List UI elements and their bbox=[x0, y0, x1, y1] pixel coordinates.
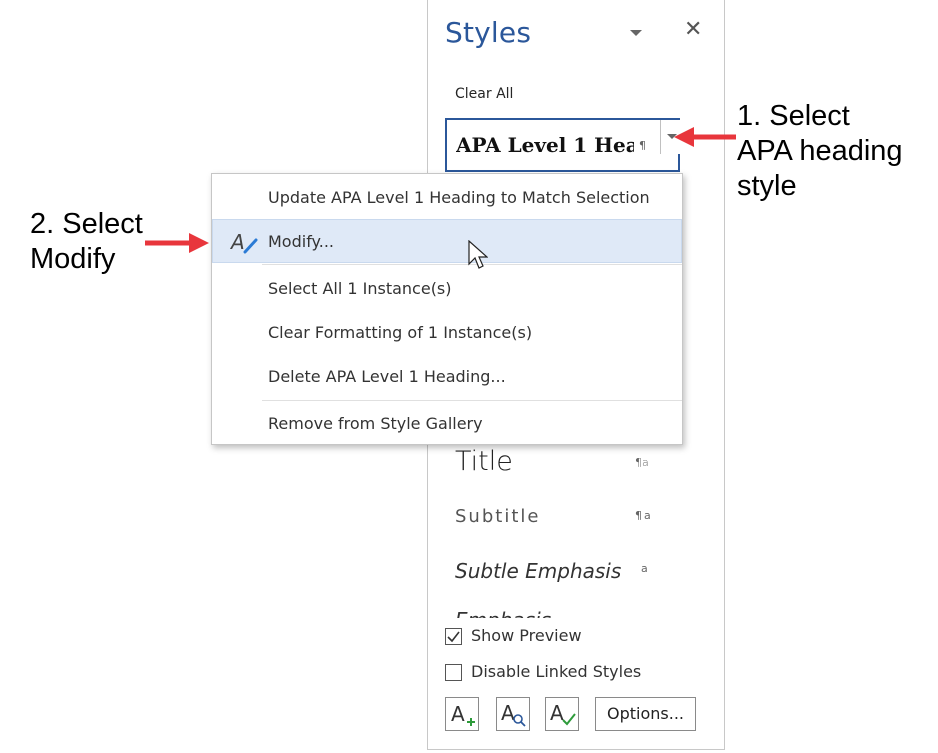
style-item-label: Subtle Emphasis bbox=[455, 559, 622, 583]
menu-item-clear-formatting[interactable]: Clear Formatting of 1 Instance(s) bbox=[212, 311, 682, 355]
disable-linked-styles-label: Disable Linked Styles bbox=[471, 662, 642, 681]
manage-styles-button[interactable]: A bbox=[545, 697, 579, 731]
annotation-line: APA heading bbox=[737, 135, 903, 167]
menu-item-label: Delete APA Level 1 Heading... bbox=[268, 367, 506, 386]
selected-style-item[interactable]: APA Level 1 Hea ¶ bbox=[445, 118, 680, 172]
pane-title: Styles bbox=[445, 16, 532, 49]
style-context-menu: Update APA Level 1 Heading to Match Sele… bbox=[211, 173, 683, 445]
clear-all-item[interactable]: Clear All bbox=[455, 86, 513, 102]
svg-text:A: A bbox=[451, 702, 465, 726]
svg-text:A: A bbox=[501, 701, 515, 725]
style-inspector-icon: A bbox=[501, 701, 526, 727]
checkbox-unchecked-icon bbox=[445, 664, 462, 681]
menu-item-label: Update APA Level 1 Heading to Match Sele… bbox=[268, 188, 650, 207]
menu-item-remove-from-gallery[interactable]: Remove from Style Gallery bbox=[212, 402, 682, 446]
new-style-button[interactable]: A bbox=[445, 697, 479, 731]
annotation-step-1: 1. Select APA heading style bbox=[737, 99, 903, 204]
menu-item-label: Modify... bbox=[268, 232, 334, 251]
annotation-line: style bbox=[737, 170, 797, 202]
linked-style-mark-icon: ¶a bbox=[635, 509, 653, 522]
style-inspector-button[interactable]: A bbox=[496, 697, 530, 731]
style-item-label: Emphasis bbox=[455, 608, 575, 618]
style-item-partial[interactable]: Emphasis bbox=[455, 606, 575, 618]
new-style-icon: A bbox=[451, 702, 475, 726]
paragraph-mark-icon: ¶ bbox=[639, 139, 646, 152]
character-style-mark-icon: a bbox=[641, 562, 648, 575]
checkbox-checked-icon bbox=[445, 628, 462, 645]
disable-linked-styles-checkbox[interactable]: Disable Linked Styles bbox=[445, 662, 641, 681]
svg-text:A: A bbox=[229, 230, 245, 254]
style-item-label: Subtitle bbox=[455, 506, 541, 527]
arrow-step-1-icon bbox=[674, 127, 736, 147]
menu-item-label: Select All 1 Instance(s) bbox=[268, 279, 452, 298]
menu-item-label: Clear Formatting of 1 Instance(s) bbox=[268, 323, 533, 342]
style-item-title[interactable]: Title ¶a bbox=[455, 446, 649, 477]
menu-item-modify[interactable]: A Modify... bbox=[212, 219, 682, 263]
svg-text:A: A bbox=[550, 701, 564, 725]
close-icon[interactable]: ✕ bbox=[684, 18, 702, 42]
linked-style-mark-icon: ¶a bbox=[635, 456, 649, 469]
annotation-step-2: 2. Select Modify bbox=[30, 207, 143, 277]
show-preview-checkbox[interactable]: Show Preview bbox=[445, 626, 582, 645]
menu-item-select-all-instances[interactable]: Select All 1 Instance(s) bbox=[212, 267, 682, 311]
style-item-subtitle[interactable]: Subtitle ¶a bbox=[455, 506, 651, 527]
selected-style-label: APA Level 1 Hea bbox=[456, 133, 634, 157]
menu-item-delete-style[interactable]: Delete APA Level 1 Heading... bbox=[212, 355, 682, 399]
annotation-line: 2. Select bbox=[30, 208, 143, 240]
show-preview-label: Show Preview bbox=[471, 626, 582, 645]
annotation-line: Modify bbox=[30, 243, 116, 275]
pane-options-chevron-icon[interactable] bbox=[626, 22, 646, 42]
menu-item-label: Remove from Style Gallery bbox=[268, 414, 483, 433]
manage-styles-icon: A bbox=[550, 701, 576, 726]
style-item-subtle-emphasis[interactable]: Subtle Emphasis a bbox=[455, 559, 648, 583]
arrow-step-2-icon bbox=[145, 233, 209, 253]
menu-item-update-to-match[interactable]: Update APA Level 1 Heading to Match Sele… bbox=[212, 176, 682, 220]
annotation-line: 1. Select bbox=[737, 100, 850, 132]
style-item-label: Title bbox=[455, 446, 513, 477]
menu-separator bbox=[262, 400, 682, 401]
mouse-cursor-icon bbox=[468, 239, 489, 274]
options-button[interactable]: Options... bbox=[595, 697, 696, 731]
